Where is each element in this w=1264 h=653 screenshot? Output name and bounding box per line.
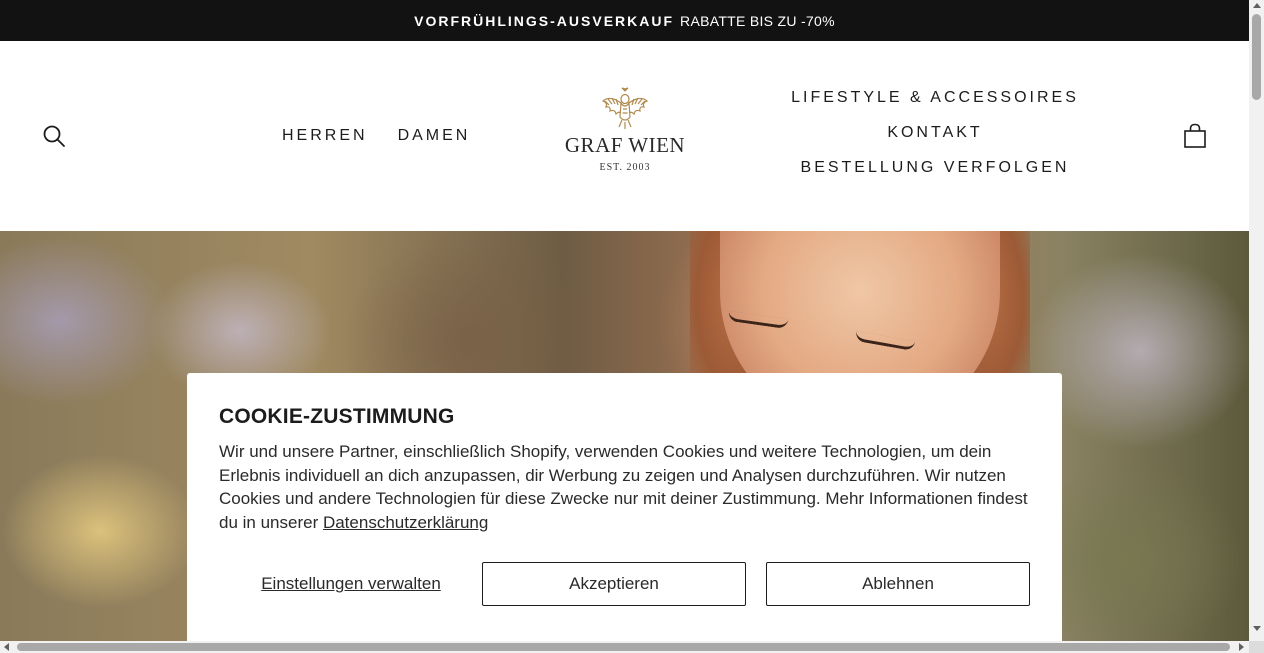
- brand-logo[interactable]: GRAF WIEN EST. 2003: [560, 87, 690, 183]
- vertical-scroll-thumb[interactable]: [1252, 14, 1261, 100]
- search-icon: [43, 125, 65, 147]
- scroll-right-arrow-icon[interactable]: [1239, 643, 1244, 651]
- privacy-policy-link[interactable]: Datenschutzerklärung: [323, 513, 488, 532]
- announcement-highlight: VORFRÜHLINGS-AUSVERKAUF: [414, 12, 675, 29]
- page: VORFRÜHLINGS-AUSVERKAUF RABATTE BIS ZU -…: [0, 0, 1264, 653]
- scroll-down-arrow-icon[interactable]: [1253, 626, 1261, 631]
- logo-name: GRAF WIEN: [564, 133, 686, 157]
- cookie-actions: Einstellungen verwalten Akzeptieren Able…: [220, 562, 1030, 606]
- cart-button[interactable]: [1183, 123, 1207, 149]
- scroll-left-arrow-icon[interactable]: [4, 643, 9, 651]
- nav-link-bestellung-verfolgen[interactable]: BESTELLUNG VERFOLGEN: [801, 159, 1070, 177]
- nav-link-kontakt[interactable]: KONTAKT: [887, 124, 982, 142]
- nav-link-damen[interactable]: DAMEN: [398, 127, 471, 145]
- scrollbar-corner: [1249, 641, 1264, 653]
- vertical-scrollbar[interactable]: [1249, 0, 1264, 641]
- announcement-bar[interactable]: VORFRÜHLINGS-AUSVERKAUF RABATTE BIS ZU -…: [0, 0, 1249, 41]
- nav-link-lifestyle-accessoires[interactable]: LIFESTYLE & ACCESSOIRES: [791, 89, 1079, 107]
- search-button[interactable]: [42, 124, 66, 148]
- shopping-bag-icon: [1184, 123, 1206, 148]
- manage-settings-link[interactable]: Einstellungen verwalten: [220, 574, 482, 594]
- main-nav-right: LIFESTYLE & ACCESSOIRES KONTAKT BESTELLU…: [790, 89, 1080, 177]
- scroll-up-arrow-icon[interactable]: [1253, 3, 1261, 8]
- cookie-title: COOKIE-ZUSTIMMUNG: [219, 405, 455, 428]
- horizontal-scroll-thumb[interactable]: [17, 643, 1230, 651]
- cookie-description: Wir und unsere Partner, einschließlich S…: [219, 440, 1029, 534]
- logo-established: EST. 2003: [599, 162, 651, 173]
- nav-link-herren[interactable]: HERREN: [282, 127, 368, 145]
- main-nav-left: HERREN DAMEN: [282, 127, 470, 145]
- decline-button[interactable]: Ablehnen: [766, 562, 1030, 606]
- cookie-consent-dialog: COOKIE-ZUSTIMMUNG Wir und unsere Partner…: [187, 373, 1062, 653]
- horizontal-scrollbar[interactable]: [0, 641, 1249, 653]
- site-header: HERREN DAMEN GRAF WIEN EST. 2003 LIFESTY…: [0, 41, 1249, 231]
- announcement-text: RABATTE BIS ZU -70%: [680, 12, 835, 29]
- eagle-crest-icon: [601, 87, 649, 129]
- accept-button[interactable]: Akzeptieren: [482, 562, 746, 606]
